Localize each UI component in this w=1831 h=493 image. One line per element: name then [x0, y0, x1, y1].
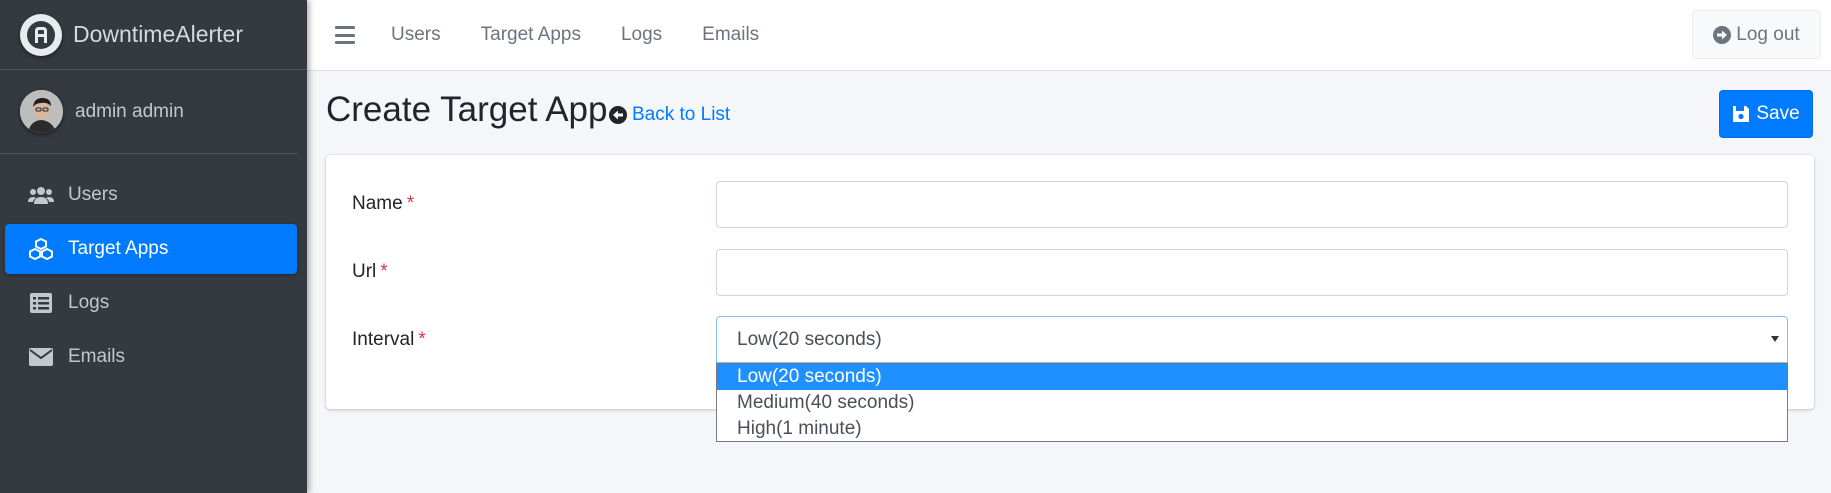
interval-option-high[interactable]: High(1 minute) [717, 416, 1787, 442]
interval-dropdown-list: Low(20 seconds) Medium(40 seconds) High(… [716, 363, 1788, 442]
page-title: Create Target App [326, 90, 608, 129]
user-panel[interactable]: admin admin [0, 70, 298, 154]
brand-name: DowntimeAlerter [73, 21, 243, 47]
top-link-target-apps[interactable]: Target Apps [481, 24, 581, 46]
back-to-list-label: Back to List [632, 104, 731, 125]
url-label: Url * [352, 261, 388, 283]
name-input[interactable] [716, 181, 1788, 228]
sidebar-item-target-apps[interactable]: Target Apps [5, 224, 297, 274]
interval-option-low[interactable]: Low(20 seconds) [717, 364, 1787, 390]
logo-icon [20, 13, 62, 56]
interval-label: Interval * [352, 329, 426, 351]
logout-button[interactable]: Log out [1692, 10, 1821, 59]
url-input[interactable] [716, 249, 1788, 296]
list-icon [28, 292, 54, 314]
top-link-logs[interactable]: Logs [621, 24, 662, 46]
cubes-icon [28, 238, 54, 260]
top-link-emails[interactable]: Emails [702, 24, 759, 46]
sidebar-item-label: Emails [68, 346, 126, 367]
required-mark: * [406, 193, 415, 214]
sidebar-item-label: Target Apps [68, 238, 169, 259]
sidebar-nav: Users Target Apps Logs Emails [0, 154, 307, 382]
sidebar-item-label: Users [68, 184, 118, 205]
name-label-text: Name [352, 193, 403, 214]
interval-selected-value: Low(20 seconds) [737, 328, 882, 350]
avatar [20, 90, 63, 133]
save-button[interactable]: Save [1719, 90, 1813, 138]
sidebar-item-emails[interactable]: Emails [5, 332, 297, 382]
name-label: Name * [352, 193, 414, 215]
interval-option-medium[interactable]: Medium(40 seconds) [717, 390, 1787, 416]
hamburger-menu-icon[interactable] [335, 26, 355, 44]
required-mark: * [380, 261, 388, 282]
arrow-circle-right-icon [1713, 25, 1732, 44]
brand-link[interactable]: DowntimeAlerter [0, 0, 307, 70]
top-link-users[interactable]: Users [391, 24, 441, 46]
caret-down-icon [1771, 336, 1779, 342]
sidebar: DowntimeAlerter admin admin Users Target… [0, 0, 307, 493]
users-icon [28, 184, 54, 206]
user-name: admin admin [75, 100, 184, 122]
interval-select[interactable]: Low(20 seconds) [716, 316, 1788, 363]
url-label-text: Url [352, 261, 377, 282]
envelope-icon [28, 346, 54, 368]
sidebar-item-users[interactable]: Users [5, 170, 297, 220]
sidebar-item-label: Logs [68, 292, 110, 313]
arrow-circle-left-icon [609, 106, 627, 124]
required-mark: * [418, 329, 426, 350]
save-label: Save [1756, 103, 1800, 124]
floppy-disk-icon [1732, 105, 1750, 123]
logout-label: Log out [1736, 23, 1800, 45]
interval-label-text: Interval [352, 329, 415, 350]
top-navbar: Users Target Apps Logs Emails Log out [307, 0, 1831, 71]
sidebar-item-logs[interactable]: Logs [5, 278, 297, 328]
back-to-list-link[interactable]: Back to List [609, 104, 730, 126]
